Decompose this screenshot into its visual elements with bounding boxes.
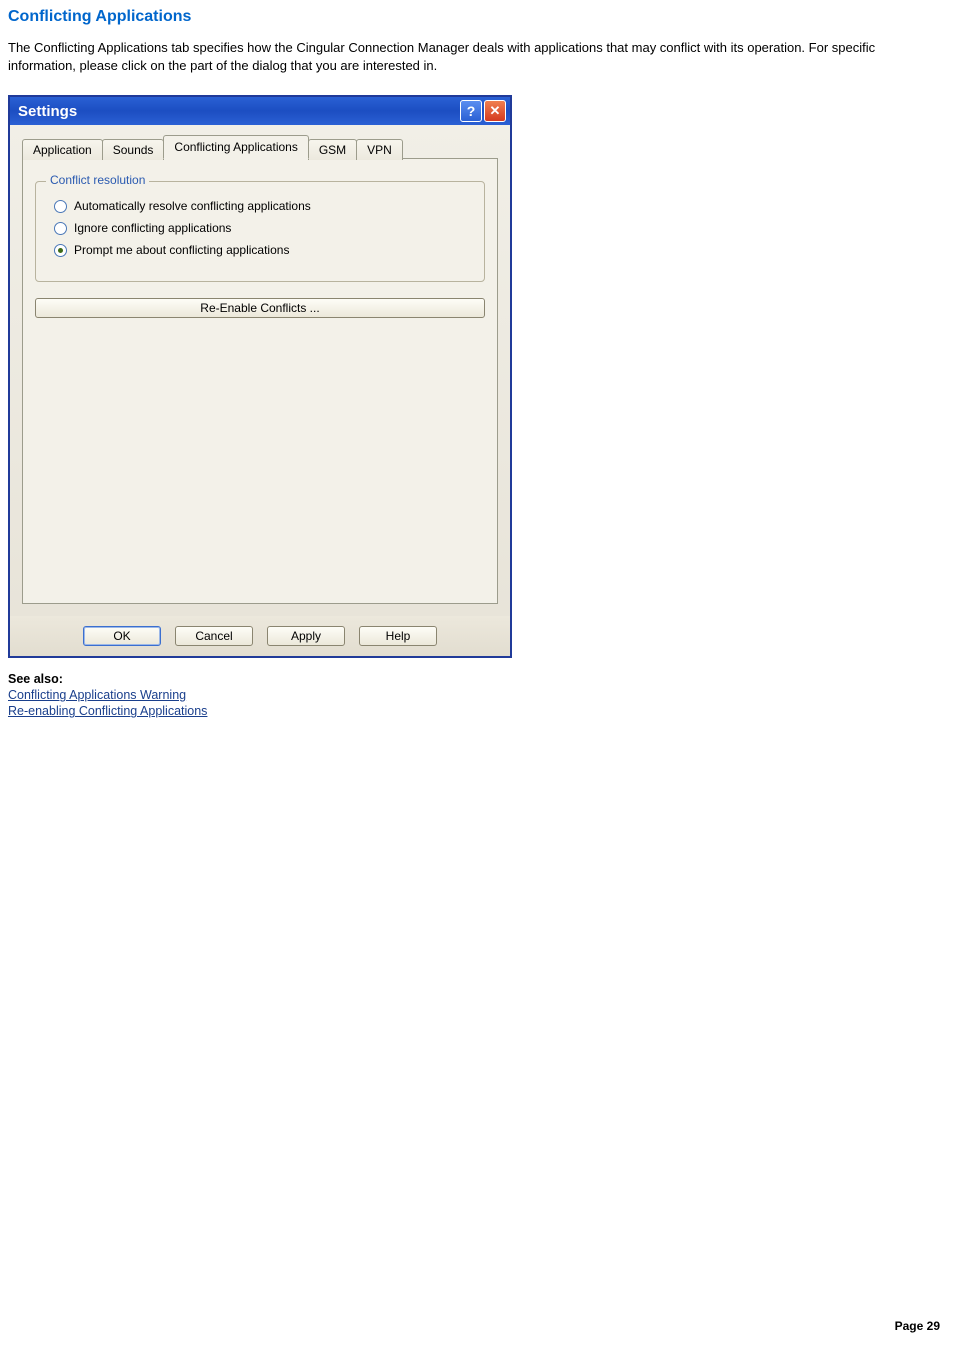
tab-pane: Conflict resolution Automatically resolv… [22, 158, 498, 604]
tab-strip: Application Sounds Conflicting Applicati… [22, 135, 498, 159]
radio-icon [54, 200, 67, 213]
titlebar: Settings ? ✕ [10, 97, 510, 125]
conflict-resolution-groupbox: Conflict resolution Automatically resolv… [35, 181, 485, 282]
dialog-button-row: OK Cancel Apply Help [10, 616, 510, 656]
tab-conflicting-applications[interactable]: Conflicting Applications [163, 135, 308, 159]
tab-application[interactable]: Application [22, 139, 103, 160]
help-button[interactable]: Help [359, 626, 437, 646]
cancel-button[interactable]: Cancel [175, 626, 253, 646]
dialog-body: Application Sounds Conflicting Applicati… [10, 125, 510, 616]
radio-auto-resolve[interactable]: Automatically resolve conflicting applic… [54, 199, 470, 213]
tab-vpn[interactable]: VPN [356, 139, 403, 160]
radio-icon [54, 222, 67, 235]
radio-label: Automatically resolve conflicting applic… [74, 199, 311, 213]
radio-label: Prompt me about conflicting applications [74, 243, 289, 257]
apply-button[interactable]: Apply [267, 626, 345, 646]
re-enable-conflicts-button[interactable]: Re-Enable Conflicts ... [35, 298, 485, 318]
radio-icon [54, 244, 67, 257]
help-icon[interactable]: ? [460, 100, 482, 122]
intro-text: The Conflicting Applications tab specifi… [8, 39, 946, 75]
radio-ignore[interactable]: Ignore conflicting applications [54, 221, 470, 235]
see-also-link[interactable]: Re-enabling Conflicting Applications [8, 704, 946, 718]
see-also-link[interactable]: Conflicting Applications Warning [8, 688, 946, 702]
page-title: Conflicting Applications [8, 8, 946, 26]
page-number: Page 29 [895, 1319, 940, 1333]
groupbox-legend: Conflict resolution [46, 173, 149, 187]
tab-sounds[interactable]: Sounds [102, 139, 165, 160]
settings-dialog: Settings ? ✕ Application Sounds Conflict… [8, 95, 512, 658]
tab-gsm[interactable]: GSM [308, 139, 357, 160]
radio-label: Ignore conflicting applications [74, 221, 231, 235]
ok-button[interactable]: OK [83, 626, 161, 646]
titlebar-title: Settings [18, 103, 458, 120]
radio-prompt[interactable]: Prompt me about conflicting applications [54, 243, 470, 257]
close-icon[interactable]: ✕ [484, 100, 506, 122]
see-also-heading: See also: [8, 672, 946, 686]
